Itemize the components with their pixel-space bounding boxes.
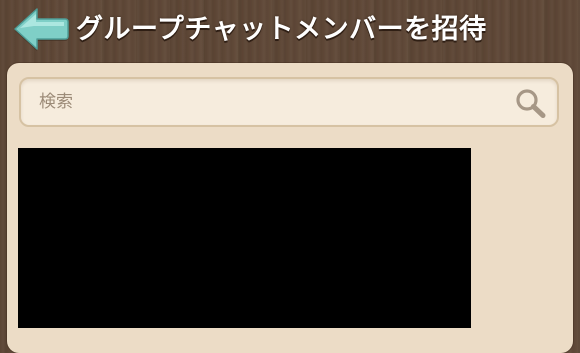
redacted-content — [18, 148, 471, 328]
header-bar: グループチャットメンバーを招待 — [0, 0, 580, 62]
search-icon[interactable] — [513, 87, 547, 119]
content-panel — [7, 63, 573, 353]
search-field[interactable] — [19, 77, 559, 127]
search-input[interactable] — [39, 87, 509, 117]
page-title: グループチャットメンバーを招待 — [76, 14, 487, 45]
back-arrow-icon — [12, 6, 70, 52]
back-button[interactable] — [12, 6, 70, 52]
